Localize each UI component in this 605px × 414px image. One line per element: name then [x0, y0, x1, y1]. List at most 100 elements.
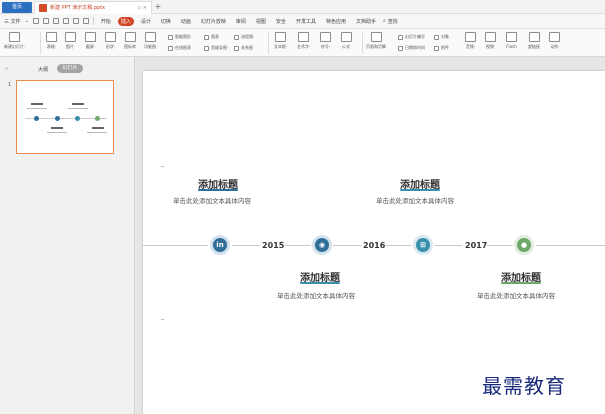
date-time-label: 日期和时间: [405, 45, 425, 50]
close-tab-icon[interactable]: ◇ ×: [137, 2, 147, 14]
undo-icon[interactable]: [72, 18, 79, 24]
slide-number-button[interactable]: 幻灯片编号: [398, 34, 425, 40]
file-menu[interactable]: 三 文件: [4, 18, 21, 25]
mindmap-label: 思维导图·: [211, 45, 229, 50]
ribbon-toolbar: 新建幻灯片· 表格· 图片· 截屏· 形状· 图标库 功能图· 智能图形 图表 …: [0, 29, 605, 57]
audio-button[interactable]: 音频·: [465, 32, 476, 50]
slides-tab[interactable]: 幻灯片: [57, 64, 83, 73]
date-time-button[interactable]: 日期和时间: [398, 45, 425, 51]
icon-library-button[interactable]: 图标库: [124, 32, 136, 50]
tab-animation[interactable]: 动画: [178, 17, 194, 26]
speaker-icon: [465, 32, 476, 42]
redo-icon[interactable]: [82, 18, 89, 24]
art-text-icon: [298, 32, 310, 42]
menu-search[interactable]: ⌕ 查找: [383, 18, 398, 25]
document-tab[interactable]: 新建 PPT 演示文稿.pptx ◇ ×: [34, 1, 152, 14]
slide-thumbnail[interactable]: [16, 80, 114, 154]
picture-icon: [65, 32, 76, 42]
video-icon: [485, 32, 496, 42]
shape-button[interactable]: 形状·: [105, 32, 116, 50]
table-button[interactable]: 表格·: [46, 32, 57, 50]
new-slide-button[interactable]: 新建幻灯片·: [4, 32, 25, 50]
new-tab-button[interactable]: +: [152, 1, 164, 13]
mindmap-button[interactable]: 思维导图·: [204, 45, 228, 51]
timeline-block-body[interactable]: 单击此处添加文本具体内容: [376, 195, 454, 205]
header-footer-button[interactable]: 页眉和页脚: [366, 32, 386, 50]
quick-access-chevron-icon[interactable]: ⌄: [25, 18, 29, 24]
timeline-node[interactable]: ●: [514, 235, 534, 255]
tab-features[interactable]: 特色应用: [323, 17, 349, 26]
function-chart-button[interactable]: 功能图·: [144, 32, 157, 50]
hyperlink-button[interactable]: 超链接: [528, 32, 540, 50]
paperclip-icon: [434, 45, 439, 51]
export-icon[interactable]: [62, 18, 69, 24]
outline-tab[interactable]: 大纲: [38, 66, 48, 73]
picture-label: 图片·: [65, 44, 76, 49]
collapse-panel-icon[interactable]: «: [5, 66, 8, 72]
screenshot-button[interactable]: 截屏·: [85, 32, 96, 50]
timeline-node[interactable]: in: [210, 235, 230, 255]
hyperlink-label: 超链接: [528, 44, 540, 49]
tab-insert[interactable]: 插入: [117, 16, 134, 26]
thumbnail-title: [92, 127, 104, 129]
tab-home[interactable]: 开始: [98, 17, 114, 26]
flowchart-icon: [234, 34, 239, 40]
chart-button[interactable]: 图表: [204, 34, 219, 40]
mindmap-icon: [204, 45, 209, 51]
date-time-icon: [398, 45, 403, 51]
tab-view[interactable]: 视图: [253, 17, 269, 26]
tab-review[interactable]: 审阅: [233, 17, 249, 26]
video-label: 视频·: [485, 44, 496, 49]
function-chart-label: 功能图·: [144, 44, 158, 49]
online-chart-button[interactable]: 在线图表: [168, 45, 191, 51]
relation-chart-button[interactable]: 关系图: [234, 45, 253, 51]
textbox-button[interactable]: 文本框·: [274, 32, 287, 50]
tab-transition[interactable]: 切换: [158, 17, 174, 26]
picture-button[interactable]: 图片·: [65, 32, 76, 50]
save-icon[interactable]: [32, 18, 39, 24]
tab-security[interactable]: 安全: [273, 17, 289, 26]
symbol-label: 符号·: [320, 44, 331, 49]
symbol-button[interactable]: 符号·: [320, 32, 331, 50]
new-slide-label: 新建幻灯片·: [4, 44, 26, 49]
ribbon-separator: [40, 32, 41, 54]
object-icon: [434, 34, 439, 40]
smart-graphic-button[interactable]: 智能图形: [168, 34, 191, 40]
action-label: 动作: [550, 44, 559, 49]
shape-label: 形状·: [105, 44, 116, 49]
timeline-node[interactable]: ◉: [312, 235, 332, 255]
watermark-text: 最需教育: [482, 374, 566, 398]
header-footer-icon: [370, 32, 382, 42]
tab-design[interactable]: 设计: [138, 17, 154, 26]
action-button[interactable]: 动作: [549, 32, 560, 50]
flowchart-button[interactable]: 流程图·: [234, 34, 254, 40]
print-icon[interactable]: [42, 18, 49, 24]
timeline-block-body[interactable]: 单击此处添加文本具体内容: [477, 290, 555, 300]
tab-assistant[interactable]: 文档助手: [353, 17, 379, 26]
home-tab[interactable]: 首页: [2, 2, 32, 13]
timeline-node[interactable]: ⊞: [413, 235, 433, 255]
art-text-button[interactable]: 艺术字·: [297, 32, 310, 50]
video-button[interactable]: 视频·: [485, 32, 496, 50]
textbox-icon: [275, 32, 287, 42]
object-button[interactable]: 对象: [434, 34, 449, 40]
art-text-label: 艺术字·: [297, 44, 311, 49]
slide-canvas[interactable]: 添加标题 单击此处添加文本具体内容 添加标题 单击此处添加文本具体内容 in 2…: [143, 71, 605, 414]
attachment-button[interactable]: 附件: [434, 45, 449, 51]
formula-button[interactable]: 公式·: [341, 32, 352, 50]
flash-button[interactable]: Flash: [506, 32, 517, 49]
tab-slideshow[interactable]: 幻灯片放映: [198, 17, 229, 26]
icon-library-label: 图标库: [124, 44, 136, 49]
header-footer-label: 页眉和页脚: [366, 44, 386, 49]
timeline-block-body[interactable]: 单击此处添加文本具体内容: [173, 195, 251, 205]
textbox-label: 文本框·: [274, 44, 288, 49]
chart-icon: [204, 34, 209, 40]
object-label: 对象: [441, 34, 449, 39]
preview-icon[interactable]: [52, 18, 59, 24]
timeline-block-body[interactable]: 单击此处添加文本具体内容: [277, 290, 355, 300]
smart-graphic-label: 智能图形: [175, 34, 191, 39]
thumbnail-text: [68, 108, 88, 109]
tab-developer[interactable]: 开发工具: [293, 17, 319, 26]
thumbnail-title: [31, 103, 43, 105]
chart-label: 图表: [211, 34, 219, 39]
